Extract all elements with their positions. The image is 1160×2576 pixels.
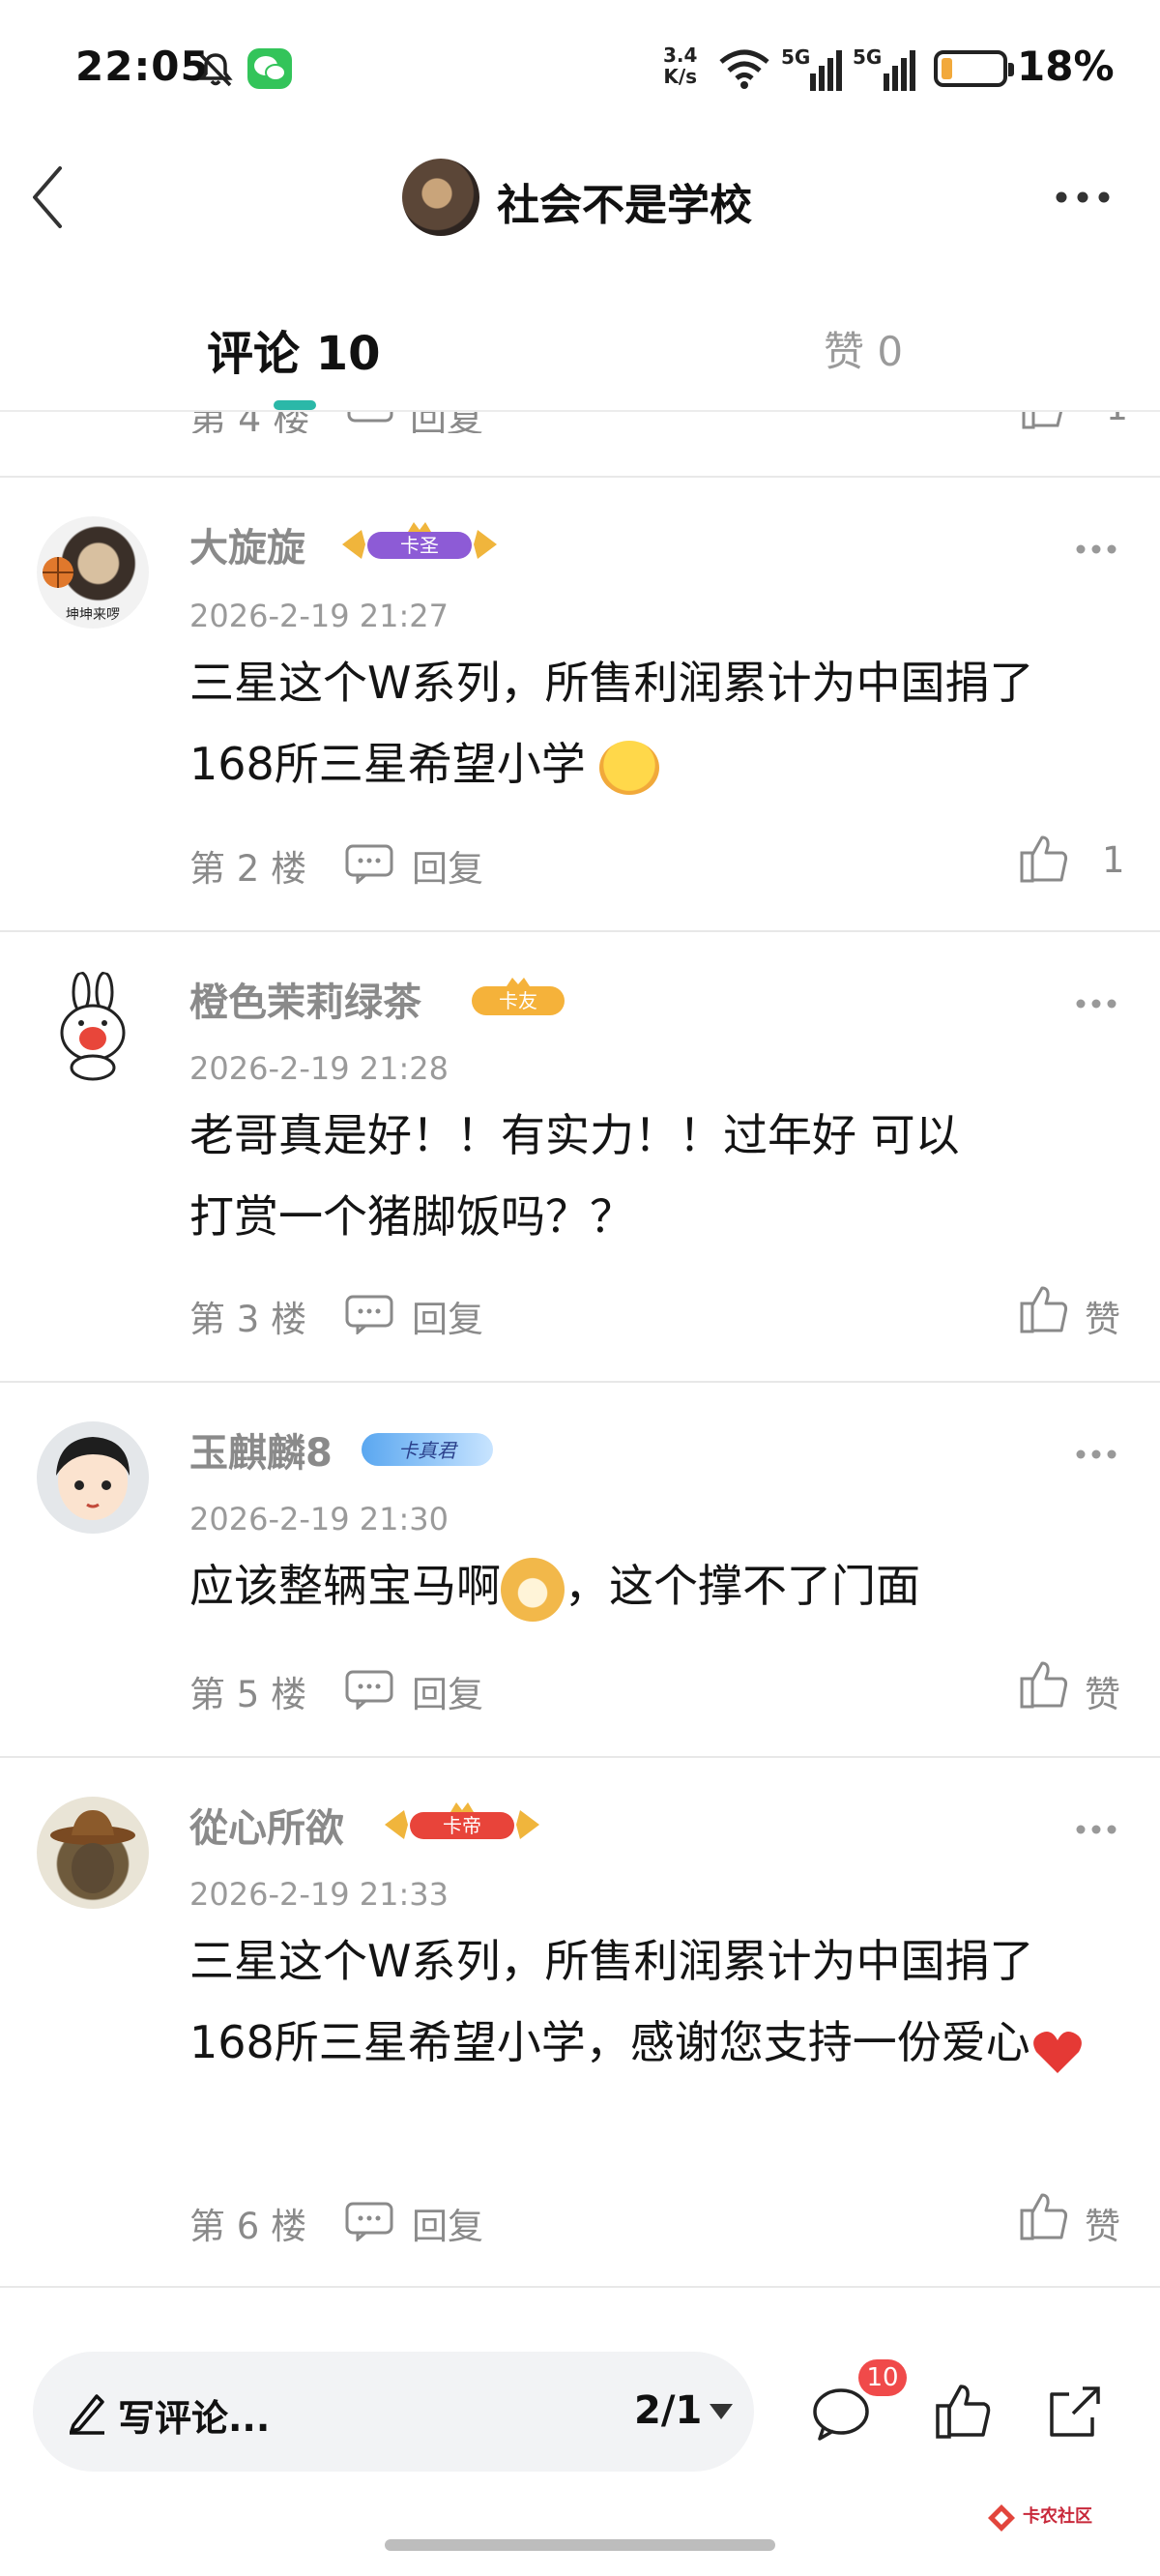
reply-icon[interactable] <box>344 2201 394 2241</box>
comment-text: 三星这个W系列，所售利润累计为中国捐了168所三星希望小学，感谢您支持一份爱心 <box>189 1920 1117 2083</box>
net-speed: 3.4 K/s <box>663 44 698 88</box>
like-icon[interactable] <box>1019 834 1069 884</box>
reply-button[interactable]: 回复 <box>410 412 483 433</box>
back-icon[interactable] <box>27 162 70 232</box>
reply-icon[interactable] <box>344 1669 394 1710</box>
home-indicator[interactable] <box>385 2539 775 2551</box>
comment-text: 应该整辆宝马啊 ，这个撑不了门面 <box>189 1545 1117 1626</box>
more-icon[interactable] <box>1075 1449 1117 1460</box>
wechat-icon <box>247 48 292 89</box>
doge-emoji-icon <box>501 1557 565 1622</box>
reply-button[interactable]: 回复 <box>412 1290 483 1342</box>
username[interactable]: 橙色茉莉绿茶 <box>189 971 421 1027</box>
page-indicator[interactable]: 2/1 <box>634 2388 702 2433</box>
watermark: 卡农社区 <box>984 2501 1139 2539</box>
comment-date: 2026-2-19 21:28 <box>189 1050 449 1087</box>
floor-number: 第 2 楼 <box>189 848 307 890</box>
user-badge: 卡帝 <box>383 1802 541 1847</box>
floor-number: 第 6 楼 <box>189 2206 307 2247</box>
reply-button[interactable]: 回复 <box>412 2197 483 2249</box>
comment-text: 老哥真是好！！有实力！！过年好 可以 打赏一个猪脚饭吗？？ <box>189 1109 960 1243</box>
battery-percent: 18% <box>1017 43 1115 90</box>
avatar[interactable] <box>402 159 479 236</box>
floor-number: 第 3 楼 <box>189 1299 307 1340</box>
reply-icon[interactable] <box>346 412 394 427</box>
comment-item: 從心所欲 卡帝 2026-2-19 21:33 三星这个W系列，所售利润累计为中… <box>0 1758 1160 2286</box>
more-icon[interactable] <box>1075 1824 1117 1835</box>
like-button[interactable]: 赞 <box>1085 2197 1120 2249</box>
username[interactable]: 大旋旋 <box>189 516 305 572</box>
signal-icon: 5G <box>853 45 915 91</box>
tab-indicator <box>274 400 316 410</box>
comment-count-badge: 10 <box>858 2359 907 2396</box>
avatar[interactable] <box>37 1421 149 1534</box>
signal-2-label: 5G <box>853 45 882 69</box>
reply-button[interactable]: 回复 <box>412 1665 483 1717</box>
comment-date: 2026-2-19 21:33 <box>189 1876 449 1913</box>
comment-input-placeholder[interactable]: 写评论... <box>118 2388 270 2442</box>
badge-label: 卡真君 <box>398 1439 459 1462</box>
avatar[interactable]: 坤坤来啰 <box>37 516 149 629</box>
heart-icon <box>1030 2021 1085 2073</box>
status-time: 22:05 <box>75 43 210 90</box>
tab-comments[interactable]: 评论 10 <box>207 315 381 383</box>
avatar-caption: 坤坤来啰 <box>66 607 120 623</box>
avatar[interactable] <box>37 971 149 1083</box>
like-count: 1 <box>1102 839 1125 881</box>
user-badge: 卡圣 <box>340 522 499 567</box>
like-button[interactable]: 赞 <box>1085 1290 1120 1342</box>
more-icon[interactable] <box>1075 998 1117 1010</box>
like-icon[interactable] <box>1021 412 1065 429</box>
badge-label: 卡友 <box>499 989 537 1012</box>
battery-icon <box>934 50 1014 87</box>
signal-1-label: 5G <box>781 45 810 69</box>
logo-icon <box>988 2504 1015 2532</box>
like-icon[interactable] <box>1019 1659 1069 1710</box>
pencil-icon <box>70 2394 104 2435</box>
divider <box>0 2286 1160 2288</box>
signal-icon: 5G <box>781 45 842 91</box>
wifi-icon <box>719 49 769 89</box>
username[interactable]: 玉麒麟8 <box>189 1421 333 1478</box>
comment-date: 2026-2-19 21:30 <box>189 1501 449 1537</box>
comment-item: 坤坤来啰 大旋旋 卡圣 2026-2-19 21:27 三星这个W系列，所售利润… <box>0 478 1160 930</box>
username[interactable]: 從心所欲 <box>189 1797 344 1853</box>
list-item: 第 4 楼 回复 1 <box>0 412 1160 433</box>
more-icon[interactable] <box>1075 543 1117 555</box>
comment-item: 玉麒麟8 卡真君 2026-2-19 21:30 应该整辆宝马啊 ，这个撑不了门面… <box>0 1383 1160 1756</box>
mute-icon <box>198 53 233 87</box>
like-icon[interactable] <box>1019 2191 1069 2241</box>
user-badge: 卡真君 <box>358 1427 497 1472</box>
page-title: 社会不是学校 <box>497 181 752 230</box>
comment-icon[interactable] <box>810 2385 872 2443</box>
like-icon[interactable] <box>1019 1284 1069 1334</box>
comment-item: 橙色茉莉绿茶 卡友 2026-2-19 21:28 老哥真是好！！有实力！！过年… <box>0 932 1160 1381</box>
like-icon[interactable] <box>934 2381 992 2441</box>
more-icon[interactable] <box>1054 190 1112 205</box>
badge-label: 卡圣 <box>400 534 439 557</box>
emoji-icon <box>599 740 660 795</box>
avatar[interactable] <box>37 1797 149 1909</box>
like-button[interactable]: 赞 <box>1085 1665 1120 1717</box>
floor-number: 第 5 楼 <box>189 1674 307 1715</box>
share-icon[interactable] <box>1044 2383 1104 2443</box>
reply-icon[interactable] <box>344 1294 394 1334</box>
badge-label: 卡帝 <box>443 1814 481 1837</box>
comment-date: 2026-2-19 21:27 <box>189 598 449 634</box>
caret-down-icon[interactable] <box>708 2402 735 2421</box>
like-count: 1 <box>1106 412 1128 428</box>
comment-text: 三星这个W系列，所售利润累计为中国捐了168所三星希望小学 <box>189 642 1117 805</box>
tab-likes[interactable]: 赞 0 <box>824 319 903 378</box>
reply-button[interactable]: 回复 <box>412 839 483 892</box>
floor-number: 第 4 楼 <box>189 412 310 433</box>
reply-icon[interactable] <box>344 843 394 884</box>
user-badge: 卡友 <box>468 977 568 1021</box>
